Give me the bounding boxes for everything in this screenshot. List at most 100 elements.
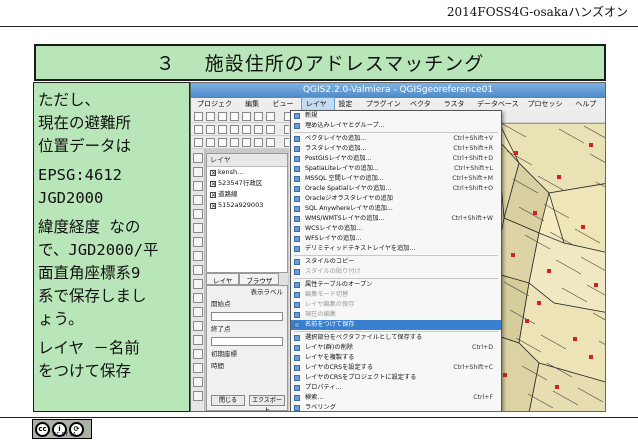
menu-item[interactable]: 設定(S) bbox=[334, 98, 361, 118]
layer-menu-item[interactable]: Oracleジオラスタレイヤの追加 bbox=[291, 194, 501, 204]
toolbar-button[interactable] bbox=[230, 112, 239, 121]
toolbar-button[interactable] bbox=[254, 112, 263, 121]
panel-tab[interactable]: レイヤ bbox=[206, 273, 240, 285]
layer-menu-item[interactable]: WCSレイヤの追加... bbox=[291, 224, 501, 234]
toolbar-button[interactable] bbox=[218, 125, 227, 134]
menu-item-icon bbox=[294, 385, 300, 391]
layer-menu-item[interactable]: ラスタレイヤの追加... Ctrl+Shift+R bbox=[291, 144, 501, 154]
left-toolbar-button[interactable] bbox=[193, 377, 203, 387]
left-toolbar-button[interactable] bbox=[193, 265, 203, 275]
layer-menu-item[interactable]: スタイルの貼り付け bbox=[291, 267, 501, 277]
left-toolbar-button[interactable] bbox=[193, 363, 203, 373]
layer-checkbox[interactable]: ✕ bbox=[210, 202, 216, 209]
layer-row[interactable]: ✕ 道路線 bbox=[207, 189, 287, 200]
left-toolbar-button[interactable] bbox=[193, 293, 203, 303]
left-toolbar-button[interactable] bbox=[193, 237, 203, 247]
left-toolbar-button[interactable] bbox=[193, 153, 203, 163]
layer-menu-item[interactable]: SpatiaLiteレイヤの追加... Ctrl+Shift+L bbox=[291, 164, 501, 174]
menu-separator bbox=[294, 278, 498, 279]
layer-menu-item[interactable]: SQL Anywhereレイヤの追加... bbox=[291, 204, 501, 214]
layer-row[interactable]: ✕ kensh... bbox=[207, 167, 287, 178]
left-toolbar-button[interactable] bbox=[193, 307, 203, 317]
export-button[interactable]: エクスポート bbox=[249, 395, 285, 411]
layer-menu-item[interactable]: Oracle Spatialレイヤの追加... Ctrl+Shift+O bbox=[291, 184, 501, 194]
layer-checkbox[interactable]: ✕ bbox=[210, 169, 216, 176]
toolbar-button[interactable] bbox=[266, 138, 275, 147]
layer-menu-item[interactable]: 選択部分をベクタファイルとして保存する bbox=[291, 333, 501, 343]
toolbar-button[interactable] bbox=[206, 138, 215, 147]
layer-menu-item[interactable]: スタイルのコピー bbox=[291, 257, 501, 267]
attr-input[interactable] bbox=[211, 337, 283, 346]
left-toolbar-button[interactable] bbox=[193, 181, 203, 191]
left-toolbar-button[interactable] bbox=[193, 349, 203, 359]
layer-menu-item[interactable]: デリミティッドテキストレイヤを追加... bbox=[291, 244, 501, 254]
attr-input[interactable] bbox=[211, 312, 283, 321]
layer-menu-item[interactable]: ベクタレイヤの追加... Ctrl+Shift+V bbox=[291, 134, 501, 144]
menu-item[interactable]: ビュー(V) bbox=[269, 98, 302, 118]
toolbar-button[interactable] bbox=[218, 138, 227, 147]
layer-menu-item[interactable]: PostGISレイヤの追加... Ctrl+Shift+D bbox=[291, 154, 501, 164]
left-toolbar-button[interactable] bbox=[193, 251, 203, 261]
layer-menu-item[interactable]: WMS/WMTSレイヤの追加... Ctrl+Shift+W bbox=[291, 214, 501, 224]
footer-divider bbox=[0, 417, 638, 418]
menu-item[interactable]: ベクタ(O) bbox=[406, 98, 440, 118]
left-toolbar-button[interactable] bbox=[193, 167, 203, 177]
layer-menu-item[interactable]: 名前をつけて保存 bbox=[291, 320, 501, 330]
left-toolbar-button[interactable] bbox=[193, 209, 203, 219]
layer-menu-item[interactable]: プロパティ... bbox=[291, 383, 501, 393]
toolbar-button[interactable] bbox=[266, 125, 275, 134]
left-toolbar-button[interactable] bbox=[193, 391, 203, 401]
toolbar-button[interactable] bbox=[194, 138, 203, 147]
layer-menu-item[interactable]: レイヤのCRSをプロジェクトに設定する bbox=[291, 373, 501, 383]
toolbar-button[interactable] bbox=[206, 125, 215, 134]
shelter-point bbox=[555, 385, 559, 389]
layer-menu-item[interactable]: レイヤ編集の保存 bbox=[291, 300, 501, 310]
layer-checkbox[interactable]: ✕ bbox=[210, 180, 216, 187]
toolbar-button[interactable] bbox=[254, 138, 263, 147]
toolbar-button[interactable] bbox=[242, 112, 251, 121]
layer-menu-item[interactable]: レイヤを複製する bbox=[291, 353, 501, 363]
toolbar-button[interactable] bbox=[230, 125, 239, 134]
menu-item[interactable]: データベース(D) bbox=[473, 98, 524, 118]
menu-item[interactable]: ヘルプ(H) bbox=[571, 98, 605, 118]
close-button[interactable]: 閉じる bbox=[211, 395, 245, 406]
left-toolbar-button[interactable] bbox=[193, 335, 203, 345]
layer-menu-item[interactable]: レイヤ(群)の削除 Ctrl+D bbox=[291, 343, 501, 353]
layer-menu-item[interactable]: MSSQL 空間レイヤの追加... Ctrl+Shift+M bbox=[291, 174, 501, 184]
menu-item[interactable]: ラスタ(R) bbox=[440, 98, 473, 118]
menu-item[interactable]: プロセッシング bbox=[524, 98, 572, 118]
menu-item[interactable]: プロジェクト(J) bbox=[193, 98, 241, 118]
left-toolbar-button[interactable] bbox=[193, 195, 203, 205]
layer-menu-item[interactable]: WFSレイヤの追加... bbox=[291, 234, 501, 244]
menu-item[interactable]: 編集(E) bbox=[241, 98, 268, 118]
left-toolbar-button[interactable] bbox=[193, 321, 203, 331]
toolbar-button[interactable] bbox=[194, 125, 203, 134]
toolbar-button[interactable] bbox=[266, 112, 275, 121]
menu-item[interactable]: レイヤ(L) bbox=[300, 97, 336, 118]
menu-item-label: 新規 bbox=[305, 112, 318, 119]
panel-tab[interactable]: ブラウザ bbox=[239, 273, 280, 285]
toolbar-button[interactable] bbox=[194, 112, 203, 121]
toolbar-button[interactable] bbox=[230, 138, 239, 147]
layer-row[interactable]: ✕ 5152a929003 bbox=[207, 200, 287, 211]
toolbar-button[interactable] bbox=[242, 138, 251, 147]
layer-menu-item[interactable]: 埋め込みレイヤとグループ... bbox=[291, 121, 501, 131]
toolbar-button[interactable] bbox=[206, 112, 215, 121]
layer-menu-item[interactable]: 属性テーブルのオープン bbox=[291, 280, 501, 290]
left-toolbar-button[interactable] bbox=[193, 223, 203, 233]
left-toolbar-button[interactable] bbox=[193, 279, 203, 289]
layer-menu-item[interactable]: レイヤのCRSを設定する Ctrl+Shift+C bbox=[291, 363, 501, 373]
layer-menu-item[interactable]: 新規 bbox=[291, 111, 501, 121]
layer-menu-item[interactable]: 編集モード切替 bbox=[291, 290, 501, 300]
layer-menu-item[interactable]: ラベリング bbox=[291, 403, 501, 411]
layer-name: 道路線 bbox=[218, 190, 238, 198]
layer-menu-item[interactable]: 現在の編集 bbox=[291, 310, 501, 320]
menu-item-shortcut: Ctrl+Shift+L bbox=[454, 165, 493, 172]
layer-checkbox[interactable]: ✕ bbox=[210, 191, 216, 198]
layer-menu-item[interactable]: 検索... Ctrl+F bbox=[291, 393, 501, 403]
layer-row[interactable]: ✕ 523547行政区 bbox=[207, 178, 287, 189]
toolbar-button[interactable] bbox=[242, 125, 251, 134]
menu-item[interactable]: プラグイン(P) bbox=[362, 98, 406, 118]
toolbar-button[interactable] bbox=[254, 125, 263, 134]
toolbar-button[interactable] bbox=[218, 112, 227, 121]
